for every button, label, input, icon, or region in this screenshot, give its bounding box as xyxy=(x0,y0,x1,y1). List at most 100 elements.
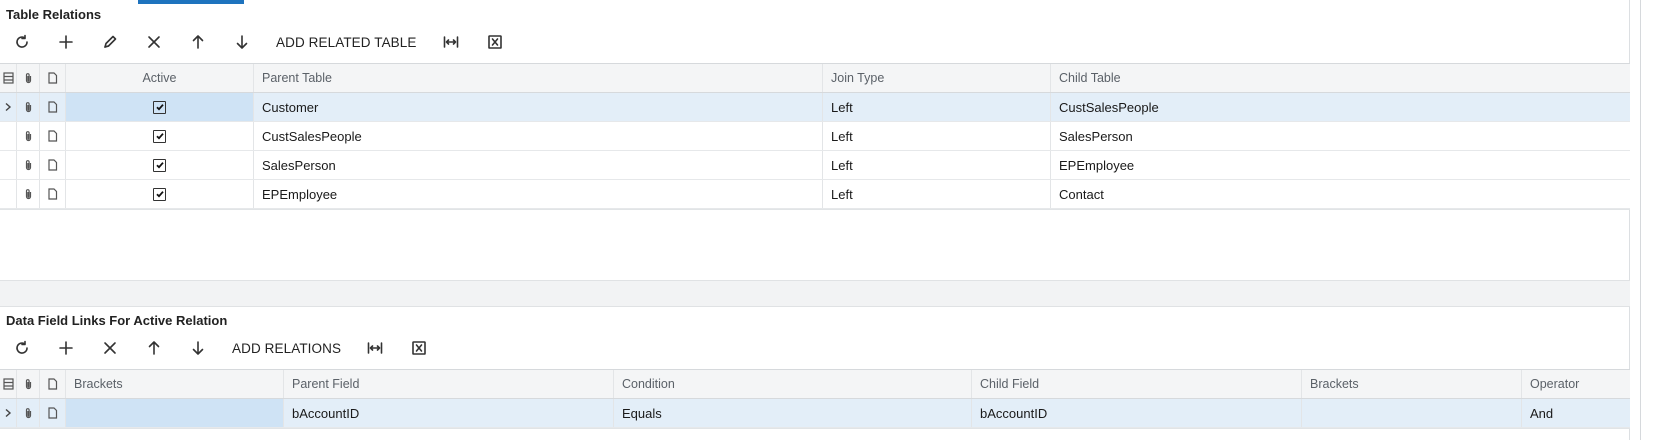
active-checkbox-cell[interactable] xyxy=(66,151,254,179)
table-row[interactable]: EPEmployee Left Contact xyxy=(0,180,1630,209)
table-row[interactable]: bAccountID Equals bAccountID And xyxy=(0,399,1630,428)
table-relations-panel: Table Relations ADD RELATED TABLE Active… xyxy=(0,0,1630,280)
col-child-field[interactable]: Child Field xyxy=(972,370,1302,398)
child-field-cell[interactable]: bAccountID xyxy=(972,399,1302,427)
col-parent-field[interactable]: Parent Field xyxy=(284,370,614,398)
refresh-button[interactable] xyxy=(0,332,44,364)
parent-table-cell[interactable]: SalesPerson xyxy=(254,151,823,179)
col-parent-table[interactable]: Parent Table xyxy=(254,64,823,92)
row-selector[interactable] xyxy=(0,93,17,121)
parent-table-cell[interactable]: EPEmployee xyxy=(254,180,823,208)
join-type-cell[interactable]: Left xyxy=(823,122,1051,150)
join-type-cell[interactable]: Left xyxy=(823,180,1051,208)
col-brackets-open[interactable]: Brackets xyxy=(66,370,284,398)
row-attachment[interactable] xyxy=(17,122,40,150)
table-row[interactable]: SalesPerson Left EPEmployee xyxy=(0,151,1630,180)
active-checkbox[interactable] xyxy=(153,187,166,201)
active-checkbox[interactable] xyxy=(153,100,166,114)
row-selector-header[interactable] xyxy=(0,64,17,92)
delete-row-button[interactable] xyxy=(88,332,132,364)
child-table-cell[interactable]: SalesPerson xyxy=(1051,122,1619,150)
parent-table-cell[interactable]: Customer xyxy=(254,93,823,121)
pencil-icon xyxy=(104,35,117,48)
columns-config-icon xyxy=(2,378,14,390)
move-up-button[interactable] xyxy=(132,332,176,364)
refresh-button[interactable] xyxy=(0,26,44,58)
active-checkbox-cell[interactable] xyxy=(66,122,254,150)
active-checkbox[interactable] xyxy=(153,129,166,143)
join-type-cell[interactable]: Left xyxy=(823,151,1051,179)
note-icon xyxy=(48,72,58,84)
page-scrollbar[interactable] xyxy=(1641,0,1653,440)
export-excel-button[interactable] xyxy=(397,332,441,364)
add-related-table-button[interactable]: ADD RELATED TABLE xyxy=(264,26,429,58)
row-attachment[interactable] xyxy=(17,399,40,427)
table-row[interactable]: CustSalesPeople Left SalesPerson xyxy=(0,122,1630,151)
edit-row-button[interactable] xyxy=(88,26,132,58)
row-note[interactable] xyxy=(40,399,66,427)
col-join-type[interactable]: Join Type xyxy=(823,64,1051,92)
col-child-table[interactable]: Child Table xyxy=(1051,64,1619,92)
paperclip-icon xyxy=(25,379,31,390)
active-checkbox-cell[interactable] xyxy=(66,93,254,121)
table-relations-title: Table Relations xyxy=(6,7,102,22)
row-note[interactable] xyxy=(40,93,66,121)
add-relations-button[interactable]: ADD RELATIONS xyxy=(220,332,353,364)
child-table-cell[interactable]: CustSalesPeople xyxy=(1051,93,1619,121)
checkmark-icon xyxy=(155,191,164,198)
row-selector[interactable] xyxy=(0,180,17,208)
grid-header: Active Parent Table Join Type Child Tabl… xyxy=(0,64,1630,93)
condition-cell[interactable]: Equals xyxy=(614,399,972,427)
excel-icon xyxy=(412,341,426,355)
plus-icon xyxy=(59,341,73,355)
data-field-links-title: Data Field Links For Active Relation xyxy=(6,313,228,328)
fit-columns-icon xyxy=(443,36,458,48)
brackets-open-cell[interactable] xyxy=(66,399,284,427)
arrow-down-icon xyxy=(192,341,204,355)
operator-cell[interactable]: And xyxy=(1522,399,1630,427)
row-attachment[interactable] xyxy=(17,151,40,179)
paperclip-icon xyxy=(25,102,31,113)
add-row-button[interactable] xyxy=(44,332,88,364)
table-row[interactable]: Customer Left CustSalesPeople xyxy=(0,93,1630,122)
arrow-up-icon xyxy=(192,35,204,49)
panel-splitter[interactable] xyxy=(0,280,1630,307)
join-type-cell[interactable]: Left xyxy=(823,93,1051,121)
note-icon xyxy=(48,101,58,113)
columns-config-icon xyxy=(2,72,14,84)
active-checkbox[interactable] xyxy=(153,158,166,172)
row-note[interactable] xyxy=(40,180,66,208)
refresh-icon xyxy=(16,340,28,354)
col-brackets-close[interactable]: Brackets xyxy=(1302,370,1522,398)
fit-columns-button[interactable] xyxy=(429,26,473,58)
row-attachment[interactable] xyxy=(17,93,40,121)
row-attachment[interactable] xyxy=(17,180,40,208)
child-table-cell[interactable]: EPEmployee xyxy=(1051,151,1619,179)
delete-row-button[interactable] xyxy=(132,26,176,58)
row-note[interactable] xyxy=(40,151,66,179)
close-icon xyxy=(148,36,160,48)
row-note[interactable] xyxy=(40,122,66,150)
col-condition[interactable]: Condition xyxy=(614,370,972,398)
move-down-button[interactable] xyxy=(176,332,220,364)
col-active[interactable]: Active xyxy=(66,64,254,92)
close-icon xyxy=(104,342,116,354)
row-selector-header[interactable] xyxy=(0,370,17,398)
col-operator[interactable]: Operator xyxy=(1522,370,1630,398)
row-selector[interactable] xyxy=(0,399,17,427)
add-row-button[interactable] xyxy=(44,26,88,58)
export-excel-button[interactable] xyxy=(473,26,517,58)
row-selector[interactable] xyxy=(0,122,17,150)
parent-table-cell[interactable]: CustSalesPeople xyxy=(254,122,823,150)
row-selector[interactable] xyxy=(0,151,17,179)
fit-columns-button[interactable] xyxy=(353,332,397,364)
active-checkbox-cell[interactable] xyxy=(66,180,254,208)
brackets-close-cell[interactable] xyxy=(1302,399,1522,427)
note-icon xyxy=(48,130,58,142)
parent-field-cell[interactable]: bAccountID xyxy=(284,399,614,427)
child-table-cell[interactable]: Contact xyxy=(1051,180,1619,208)
data-field-links-grid: Brackets Parent Field Condition Child Fi… xyxy=(0,369,1630,429)
move-down-button[interactable] xyxy=(220,26,264,58)
note-icon xyxy=(48,159,58,171)
move-up-button[interactable] xyxy=(176,26,220,58)
